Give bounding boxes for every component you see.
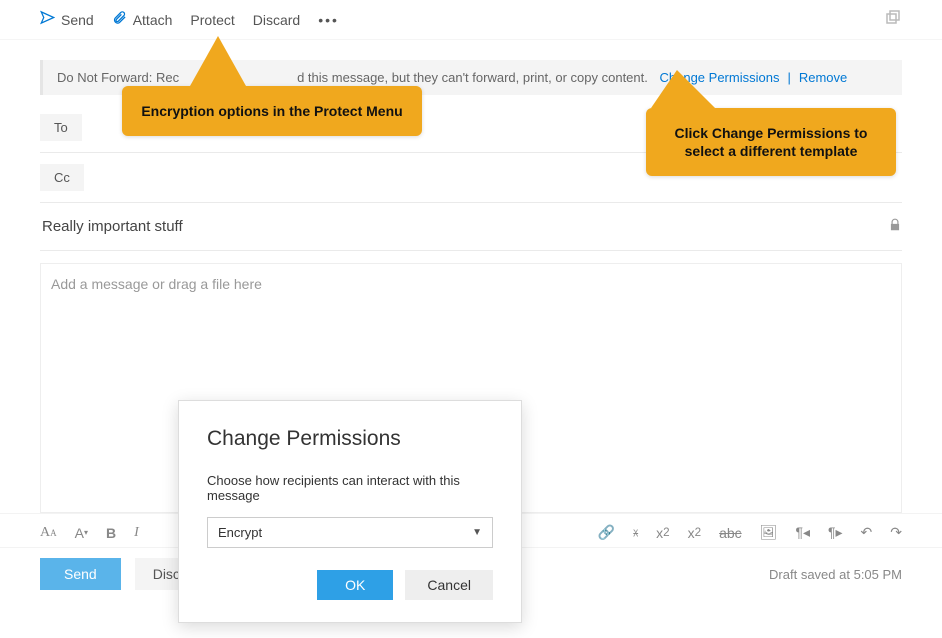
send-label: Send [61, 12, 94, 28]
rtl-icon[interactable]: ¶▸ [828, 524, 843, 541]
dialog-hint: Choose how recipients can interact with … [207, 473, 493, 503]
send-mail-icon [40, 10, 55, 29]
more-button[interactable]: ••• [318, 12, 339, 28]
font-size-icon[interactable]: A▾ [75, 525, 88, 541]
ltr-icon[interactable]: ¶◂ [795, 524, 810, 541]
to-button[interactable]: To [40, 114, 82, 141]
subject-row [40, 203, 902, 251]
permission-select[interactable]: Encrypt ▼ [207, 517, 493, 548]
discard-top-button[interactable]: Discard [253, 12, 300, 28]
chevron-down-icon: ▼ [472, 527, 482, 538]
dialog-title: Change Permissions [207, 427, 493, 451]
ok-button[interactable]: OK [317, 570, 393, 600]
attach-button[interactable]: Attach [112, 10, 173, 29]
cancel-button[interactable]: Cancel [405, 570, 493, 600]
redo-icon[interactable]: ↷ [890, 524, 902, 541]
permission-selected-value: Encrypt [218, 525, 262, 540]
callout-change-permissions: Click Change Permissions to select a dif… [646, 108, 896, 176]
infobar-text-middle: d this message, but they can't forward, … [297, 70, 648, 85]
remove-permission-link[interactable]: Remove [799, 70, 847, 85]
font-picker-icon[interactable]: AA [40, 525, 57, 541]
paperclip-icon [112, 10, 127, 29]
compose-toolbar: Send Attach Protect Discard ••• [0, 0, 942, 40]
bold-icon[interactable]: B [106, 525, 116, 541]
protect-label: Protect [190, 12, 234, 28]
protect-button[interactable]: Protect [190, 12, 234, 28]
clear-format-icon[interactable]: abc [719, 525, 742, 541]
dialog-actions: OK Cancel [207, 570, 493, 600]
superscript-icon[interactable]: x2 [656, 525, 669, 541]
infobar-text-prefix: Do Not Forward: Rec [57, 70, 179, 85]
popout-button[interactable] [884, 8, 902, 31]
discard-top-label: Discard [253, 12, 300, 28]
draft-status: Draft saved at 5:05 PM [769, 567, 902, 582]
strike-icon[interactable]: ᵡ [633, 525, 638, 541]
undo-icon[interactable]: ↶ [861, 524, 873, 541]
italic-icon[interactable]: I [134, 525, 139, 541]
ellipsis-icon: ••• [318, 12, 339, 28]
attach-label: Attach [133, 12, 173, 28]
infobar-separator: | [783, 70, 794, 85]
callout-protect-menu: Encryption options in the Protect Menu [122, 86, 422, 136]
subscript-icon[interactable]: x2 [688, 525, 701, 541]
subject-input[interactable] [40, 217, 888, 236]
lock-icon [888, 218, 902, 236]
cc-button[interactable]: Cc [40, 164, 84, 191]
send-bottom-button[interactable]: Send [40, 558, 121, 590]
link-icon[interactable]: 🔗 [598, 524, 615, 541]
insert-image-icon[interactable]: 🖼 [760, 524, 778, 541]
send-button[interactable]: Send [40, 10, 94, 29]
change-permissions-dialog: Change Permissions Choose how recipients… [178, 400, 522, 623]
